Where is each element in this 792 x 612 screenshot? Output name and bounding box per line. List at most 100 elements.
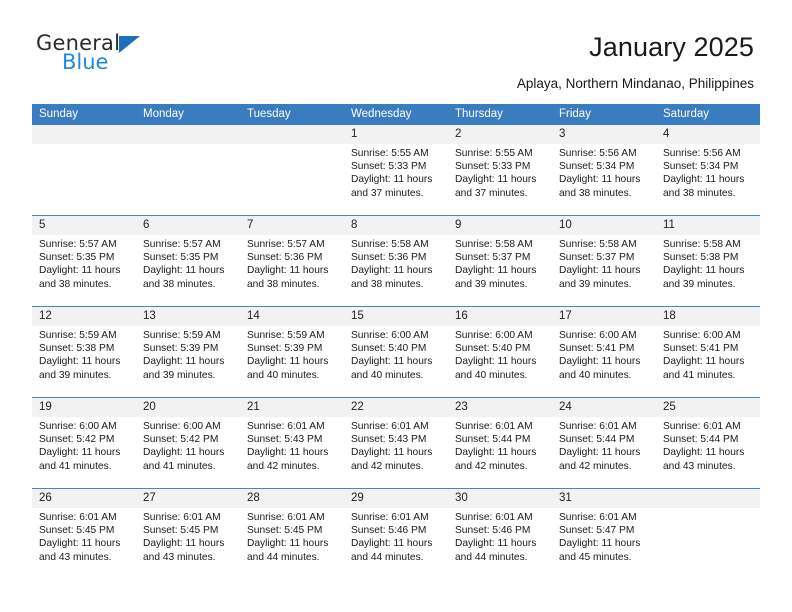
calendar-day-cell[interactable]: 25 Sunrise: 6:01 AM Sunset: 5:44 PM Dayligh… [656, 397, 760, 489]
sunrise-text: Sunrise: 5:59 AM [247, 330, 325, 341]
calendar-day-cell[interactable]: 22 Sunrise: 6:01 AM Sunset: 5:43 PM Dayligh… [344, 397, 448, 489]
sunrise-text: Sunrise: 5:59 AM [39, 330, 117, 341]
calendar-week-row: 5 Sunrise: 5:57 AM Sunset: 5:35 PM Daylight… [32, 215, 760, 307]
day-sun-info: Sunrise: 6:01 AM Sunset: 5:44 PM Daylight:… [552, 417, 656, 473]
calendar-day-cell[interactable]: 5 Sunrise: 5:57 AM Sunset: 5:35 PM Daylight… [32, 215, 136, 307]
generalblue-logo[interactable]: General Blue [36, 32, 186, 80]
sunset-text: Sunset: 5:46 PM [351, 525, 427, 537]
calendar-day-cell[interactable]: 31 Sunrise: 6:01 AM Sunset: 5:47 PM Dayligh… [552, 488, 656, 579]
sunset-text: Sunset: 5:43 PM [247, 434, 323, 446]
sunrise-text: Sunrise: 6:01 AM [247, 421, 325, 432]
day-sun-info: Sunrise: 5:58 AM Sunset: 5:37 PM Daylight:… [552, 235, 656, 291]
calendar-day-cell[interactable]: 29 Sunrise: 6:01 AM Sunset: 5:46 PM Dayligh… [344, 488, 448, 579]
calendar-day-cell[interactable]: 9 Sunrise: 5:58 AM Sunset: 5:37 PM Daylight… [448, 215, 552, 307]
sunrise-text: Sunrise: 5:58 AM [455, 239, 533, 250]
calendar-day-cell-empty [240, 125, 344, 216]
calendar-day-cell-empty [32, 125, 136, 216]
sunrise-text: Sunrise: 5:58 AM [559, 239, 637, 250]
daylight-text-line1: Daylight: 11 hours [143, 356, 225, 368]
calendar-day-cell[interactable]: 1 Sunrise: 5:55 AM Sunset: 5:33 PM Daylight… [344, 125, 448, 216]
day-number: 8 [344, 216, 448, 235]
sunset-text: Sunset: 5:40 PM [351, 343, 427, 355]
sunset-text: Sunset: 5:47 PM [559, 525, 635, 537]
calendar-day-cell[interactable]: 30 Sunrise: 6:01 AM Sunset: 5:46 PM Dayligh… [448, 488, 552, 579]
calendar-day-cell[interactable]: 26 Sunrise: 6:01 AM Sunset: 5:45 PM Dayligh… [32, 488, 136, 579]
calendar-day-cell[interactable]: 12 Sunrise: 5:59 AM Sunset: 5:38 PM Dayligh… [32, 306, 136, 398]
weekday-header-friday: Friday [552, 104, 656, 125]
day-sun-info: Sunrise: 5:59 AM Sunset: 5:39 PM Daylight:… [240, 326, 344, 382]
calendar-day-cell[interactable]: 2 Sunrise: 5:55 AM Sunset: 5:33 PM Daylight… [448, 125, 552, 216]
page-header: General Blue January 2025 Aplaya, Northe… [0, 0, 792, 91]
calendar-day-cell[interactable]: 27 Sunrise: 6:01 AM Sunset: 5:45 PM Dayligh… [136, 488, 240, 579]
sunset-text: Sunset: 5:35 PM [39, 252, 115, 264]
daylight-text-line2: and 40 minutes. [247, 369, 320, 381]
daylight-text-line2: and 40 minutes. [559, 369, 632, 381]
calendar-page: General Blue January 2025 Aplaya, Northe… [0, 0, 792, 612]
sunrise-text: Sunrise: 6:01 AM [351, 421, 429, 432]
calendar-day-cell[interactable]: 13 Sunrise: 5:59 AM Sunset: 5:39 PM Dayligh… [136, 306, 240, 398]
sunset-text: Sunset: 5:38 PM [39, 343, 115, 355]
daylight-text-line1: Daylight: 11 hours [559, 356, 641, 368]
calendar-day-cell[interactable]: 4 Sunrise: 5:56 AM Sunset: 5:34 PM Daylight… [656, 125, 760, 216]
sunset-text: Sunset: 5:45 PM [247, 525, 323, 537]
calendar-day-cell[interactable]: 8 Sunrise: 5:58 AM Sunset: 5:36 PM Daylight… [344, 215, 448, 307]
day-number: 30 [448, 489, 552, 508]
calendar-day-cell[interactable]: 3 Sunrise: 5:56 AM Sunset: 5:34 PM Daylight… [552, 125, 656, 216]
day-number: 2 [448, 125, 552, 144]
day-sun-info: Sunrise: 6:00 AM Sunset: 5:40 PM Daylight:… [448, 326, 552, 382]
sunset-text: Sunset: 5:40 PM [455, 343, 531, 355]
calendar-day-cell[interactable]: 16 Sunrise: 6:00 AM Sunset: 5:40 PM Dayligh… [448, 306, 552, 398]
day-number: 17 [552, 307, 656, 326]
day-number: 12 [32, 307, 136, 326]
daylight-text-line1: Daylight: 11 hours [247, 265, 329, 277]
weekday-header-tuesday: Tuesday [240, 104, 344, 125]
daylight-text-line2: and 42 minutes. [351, 460, 424, 472]
daylight-text-line2: and 44 minutes. [351, 551, 424, 563]
calendar-day-cell[interactable]: 7 Sunrise: 5:57 AM Sunset: 5:36 PM Daylight… [240, 215, 344, 307]
sunset-text: Sunset: 5:33 PM [455, 161, 531, 173]
calendar-day-cell[interactable]: 23 Sunrise: 6:01 AM Sunset: 5:44 PM Dayligh… [448, 397, 552, 489]
daylight-text-line1: Daylight: 11 hours [559, 538, 641, 550]
day-number: 4 [656, 125, 760, 144]
sunrise-text: Sunrise: 5:58 AM [663, 239, 741, 250]
sunset-text: Sunset: 5:36 PM [351, 252, 427, 264]
daylight-text-line2: and 39 minutes. [455, 278, 528, 290]
calendar-day-cell[interactable]: 10 Sunrise: 5:58 AM Sunset: 5:37 PM Dayligh… [552, 215, 656, 307]
sunrise-text: Sunrise: 6:01 AM [455, 512, 533, 523]
sunrise-text: Sunrise: 6:01 AM [39, 512, 117, 523]
calendar-day-cell[interactable]: 6 Sunrise: 5:57 AM Sunset: 5:35 PM Daylight… [136, 215, 240, 307]
calendar-day-cell[interactable]: 18 Sunrise: 6:00 AM Sunset: 5:41 PM Dayligh… [656, 306, 760, 398]
daylight-text-line1: Daylight: 11 hours [247, 356, 329, 368]
sunset-text: Sunset: 5:41 PM [663, 343, 739, 355]
sunrise-text: Sunrise: 6:00 AM [351, 330, 429, 341]
sunset-text: Sunset: 5:41 PM [559, 343, 635, 355]
daylight-text-line1: Daylight: 11 hours [455, 447, 537, 459]
day-sun-info: Sunrise: 5:56 AM Sunset: 5:34 PM Daylight:… [552, 144, 656, 200]
sunrise-text: Sunrise: 6:01 AM [247, 512, 325, 523]
daylight-text-line2: and 41 minutes. [39, 460, 112, 472]
sunrise-text: Sunrise: 5:58 AM [351, 239, 429, 250]
calendar-day-cell[interactable]: 11 Sunrise: 5:58 AM Sunset: 5:38 PM Dayligh… [656, 215, 760, 307]
sunset-text: Sunset: 5:45 PM [39, 525, 115, 537]
calendar-day-cell[interactable]: 17 Sunrise: 6:00 AM Sunset: 5:41 PM Dayligh… [552, 306, 656, 398]
sunrise-text: Sunrise: 6:01 AM [559, 421, 637, 432]
calendar-day-cell[interactable]: 21 Sunrise: 6:01 AM Sunset: 5:43 PM Dayligh… [240, 397, 344, 489]
daylight-text-line2: and 43 minutes. [143, 551, 216, 563]
calendar-day-cell[interactable]: 15 Sunrise: 6:00 AM Sunset: 5:40 PM Dayligh… [344, 306, 448, 398]
calendar-week-row: 12 Sunrise: 5:59 AM Sunset: 5:38 PM Dayligh… [32, 306, 760, 398]
calendar-day-cell[interactable]: 24 Sunrise: 6:01 AM Sunset: 5:44 PM Dayligh… [552, 397, 656, 489]
calendar-day-cell[interactable]: 19 Sunrise: 6:00 AM Sunset: 5:42 PM Dayligh… [32, 397, 136, 489]
day-number: 21 [240, 398, 344, 417]
daylight-text-line2: and 38 minutes. [559, 187, 632, 199]
calendar-day-cell[interactable]: 20 Sunrise: 6:00 AM Sunset: 5:42 PM Dayligh… [136, 397, 240, 489]
daylight-text-line2: and 42 minutes. [559, 460, 632, 472]
daylight-text-line2: and 39 minutes. [663, 278, 736, 290]
daylight-text-line1: Daylight: 11 hours [39, 265, 121, 277]
daylight-text-line1: Daylight: 11 hours [351, 356, 433, 368]
day-number [240, 125, 344, 144]
sunrise-text: Sunrise: 5:56 AM [663, 148, 741, 159]
daylight-text-line1: Daylight: 11 hours [39, 538, 121, 550]
calendar-day-cell[interactable]: 14 Sunrise: 5:59 AM Sunset: 5:39 PM Dayligh… [240, 306, 344, 398]
daylight-text-line2: and 39 minutes. [143, 369, 216, 381]
calendar-day-cell[interactable]: 28 Sunrise: 6:01 AM Sunset: 5:45 PM Dayligh… [240, 488, 344, 579]
